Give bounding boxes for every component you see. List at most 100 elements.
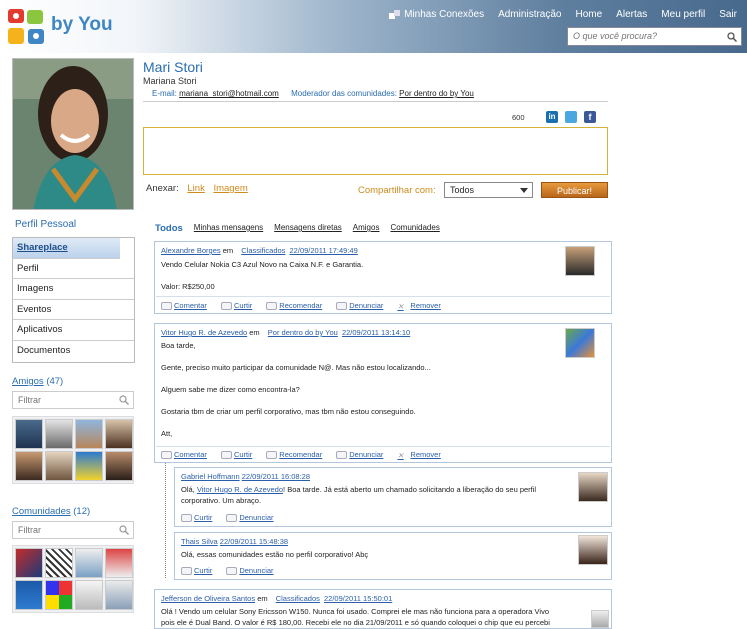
profile-section-title: Perfil Pessoal [15, 219, 77, 230]
tab-mensagens-diretas[interactable]: Mensagens diretas [274, 223, 342, 234]
friend-avatar[interactable] [45, 419, 73, 449]
like-button[interactable]: Curtir [181, 513, 212, 522]
community-icon[interactable] [15, 580, 43, 610]
community-icon[interactable] [75, 580, 103, 610]
moderator-community-link[interactable]: Por dentro do by You [399, 89, 474, 98]
search-box [567, 27, 742, 46]
reply-author-avatar[interactable] [578, 535, 608, 565]
community-icon[interactable] [75, 548, 103, 578]
reply-date[interactable]: 22/09/2011 16:08:28 [242, 472, 310, 481]
post-community[interactable]: Por dentro do by You [268, 328, 338, 337]
recommend-button[interactable]: Recomendar [266, 450, 322, 459]
reply-author-avatar[interactable] [578, 472, 608, 502]
friend-avatar[interactable] [75, 451, 103, 481]
community-icon[interactable] [105, 548, 133, 578]
post-author-avatar[interactable] [565, 246, 595, 276]
communities-link[interactable]: Comunidades [12, 506, 71, 517]
profile-info-row: E-mail: mariana_stori@hotmail.com Modera… [152, 89, 474, 98]
facebook-icon[interactable]: f [584, 111, 596, 123]
reply-date[interactable]: 22/09/2011 15:48:38 [220, 537, 288, 546]
search-input[interactable] [568, 28, 718, 44]
communities-grid [12, 545, 134, 613]
nav-home[interactable]: Home [575, 9, 602, 20]
recommend-button[interactable]: Recomendar [266, 301, 322, 310]
reply-author[interactable]: Thais Silva [181, 537, 218, 546]
nav-minhas-conexoes[interactable]: Minhas Conexões [389, 9, 484, 20]
post-date[interactable]: 22/09/2011 15:50:01 [324, 594, 392, 603]
report-button[interactable]: Denunciar [226, 513, 274, 522]
menu-item-eventos[interactable]: Eventos [13, 300, 134, 321]
menu-item-shareplace[interactable]: Shareplace [13, 238, 120, 259]
post-author[interactable]: Vitor Hugo R. de Azevedo [161, 328, 247, 337]
share-with-select[interactable]: Todos [444, 182, 533, 198]
classified-icon[interactable] [591, 610, 609, 628]
search-icon[interactable] [119, 525, 129, 535]
tab-amigos[interactable]: Amigos [353, 223, 380, 234]
reply-author[interactable]: Gabriel Hoffmann [181, 472, 240, 481]
comment-button[interactable]: Comentar [161, 301, 207, 310]
post-author[interactable]: Alexandre Borges [161, 246, 221, 255]
divider [156, 296, 610, 297]
reply-post: Gabriel Hoffmann 22/09/2011 16:08:28 Olá… [174, 467, 612, 527]
friends-filter-input[interactable] [13, 392, 113, 408]
post-community[interactable]: Classificados [276, 594, 320, 603]
reply-body: Olá, essas comunidades estão no perfil c… [181, 550, 369, 559]
communities-filter [12, 521, 134, 539]
post-author-avatar[interactable] [565, 328, 595, 358]
linkedin-icon[interactable]: in [546, 111, 558, 123]
community-icon[interactable] [15, 548, 43, 578]
tab-minhas-mensagens[interactable]: Minhas mensagens [194, 223, 263, 234]
report-button[interactable]: Denunciar [336, 450, 383, 459]
mention-link[interactable]: Vitor Hugo R. de Azevedo [197, 485, 283, 494]
search-icon[interactable] [727, 32, 737, 42]
nav-sair[interactable]: Sair [719, 9, 737, 20]
community-icon[interactable] [45, 548, 73, 578]
remove-button[interactable]: ✕ Remover [397, 301, 440, 311]
friend-avatar[interactable] [105, 451, 133, 481]
tab-comunidades[interactable]: Comunidades [390, 223, 439, 234]
profile-name: Mari Stori [143, 59, 203, 75]
email-link[interactable]: mariana_stori@hotmail.com [179, 89, 279, 98]
attach-link[interactable]: Link [187, 183, 204, 194]
community-icon[interactable] [45, 580, 73, 610]
friend-avatar[interactable] [15, 419, 43, 449]
remove-button[interactable]: ✕ Remover [397, 450, 440, 460]
like-button[interactable]: Curtir [220, 450, 252, 459]
community-icon[interactable] [105, 580, 133, 610]
nav-alertas[interactable]: Alertas [616, 9, 647, 20]
report-button[interactable]: Denunciar [336, 301, 383, 310]
menu-item-perfil[interactable]: Perfil [13, 259, 134, 280]
profile-photo[interactable] [12, 58, 134, 210]
publish-button[interactable]: Publicar! [541, 182, 608, 198]
menu-item-aplicativos[interactable]: Aplicativos [13, 320, 134, 341]
feed-post: Jefferson de Oliveira Santos em Classifi… [154, 589, 612, 629]
friend-avatar[interactable] [15, 451, 43, 481]
friends-link[interactable]: Amigos [12, 376, 44, 387]
attach-image[interactable]: Imagem [213, 183, 247, 194]
like-button[interactable]: Curtir [220, 301, 252, 310]
friend-avatar[interactable] [75, 419, 103, 449]
twitter-icon[interactable] [565, 111, 577, 123]
tab-todos[interactable]: Todos [155, 223, 183, 234]
post-author[interactable]: Jefferson de Oliveira Santos [161, 594, 255, 603]
menu-item-documentos[interactable]: Documentos [13, 341, 134, 362]
thumbs-up-icon [220, 450, 232, 459]
communities-filter-input[interactable] [13, 522, 113, 538]
search-icon[interactable] [119, 395, 129, 405]
comment-button[interactable]: Comentar [161, 450, 207, 459]
post-community[interactable]: Classificados [241, 246, 285, 255]
post-textarea[interactable] [143, 127, 608, 175]
comment-icon [161, 450, 172, 459]
like-button[interactable]: Curtir [181, 566, 212, 575]
nav-meu-perfil[interactable]: Meu perfil [661, 9, 705, 20]
friend-avatar[interactable] [45, 451, 73, 481]
logo-text: by You [51, 14, 113, 35]
report-button[interactable]: Denunciar [226, 566, 274, 575]
friends-count: (47) [46, 376, 64, 387]
friend-avatar[interactable] [105, 419, 133, 449]
post-date[interactable]: 22/09/2011 17:49:49 [290, 246, 358, 255]
post-date[interactable]: 22/09/2011 13:14:10 [342, 328, 410, 337]
byyou-logo-icon[interactable] [7, 8, 47, 48]
nav-administracao[interactable]: Administração [498, 9, 561, 20]
menu-item-imagens[interactable]: Imagens [13, 279, 134, 300]
